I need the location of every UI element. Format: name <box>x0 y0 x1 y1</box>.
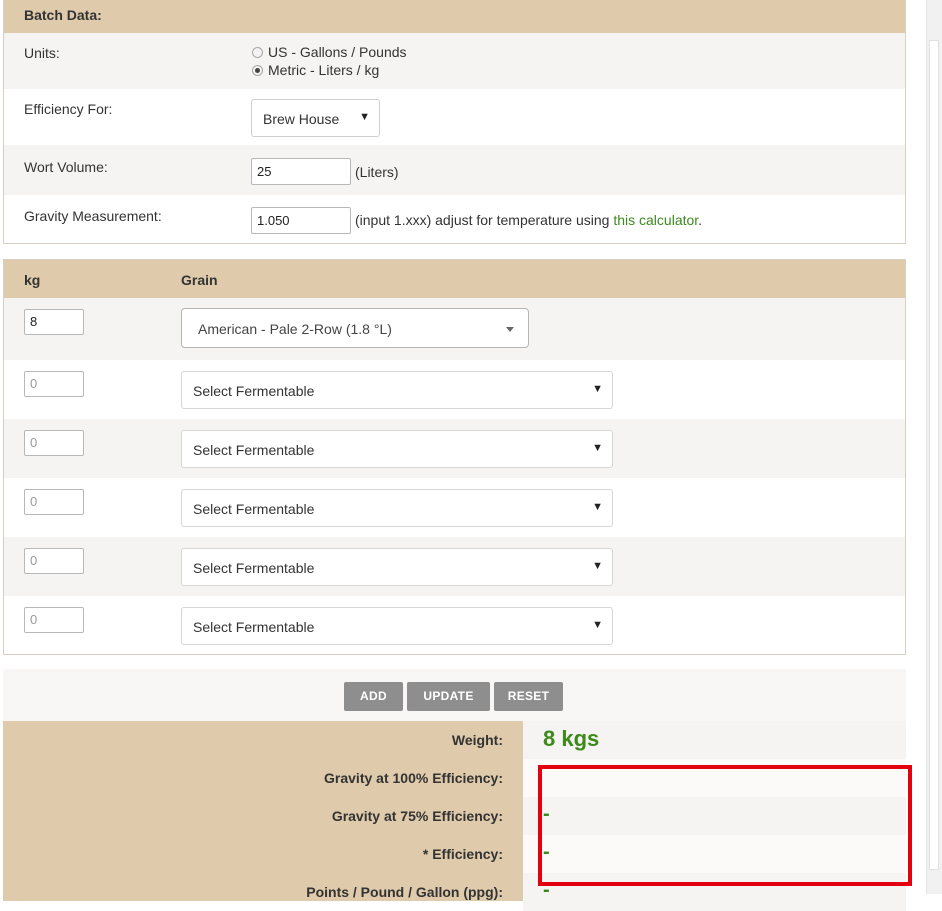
gravity-label: Gravity Measurement: <box>24 208 162 224</box>
fermentable-select-value: Select Fermentable <box>193 383 315 399</box>
update-button[interactable]: UPDATE <box>407 682 490 711</box>
ppg-value: - <box>543 879 550 901</box>
fermentable-select[interactable]: Select Fermentable ▼ <box>181 489 613 527</box>
scrollbar-thumb[interactable] <box>929 40 939 870</box>
result-row-ppg: Points / Pound / Gallon (ppg): - <box>3 873 906 911</box>
fermentable-select[interactable]: Select Fermentable ▼ <box>181 548 613 586</box>
gravity-75-label: Gravity at 75% Efficiency: <box>331 808 503 824</box>
efficiency-select[interactable]: Brew House ▼ <box>251 99 380 137</box>
weight-label: Weight: <box>451 732 503 748</box>
temperature-calculator-link[interactable]: this calculator <box>613 212 698 228</box>
grain-weight-input[interactable]: 0 <box>24 548 84 574</box>
efficiency-select-value: Brew House <box>263 111 340 127</box>
reset-button[interactable]: RESET <box>494 682 563 711</box>
units-option-metric[interactable]: Metric - Liters / kg <box>252 62 379 78</box>
chevron-down-icon: ▼ <box>592 383 603 395</box>
grain-row: 0 Select Fermentable ▼ <box>4 478 905 537</box>
gravity-row: Gravity Measurement: 1.050 (input 1.xxx)… <box>4 195 905 243</box>
radio-us[interactable] <box>252 46 263 58</box>
gravity-hint-end: . <box>698 212 703 228</box>
units-option-us-label: US - Gallons / Pounds <box>268 44 407 60</box>
grain-row: 8 American - Pale 2-Row (1.8 °L) <box>4 298 905 360</box>
gravity-hint: (input 1.xxx) adjust for temperature usi… <box>355 212 702 228</box>
gravity-100-label: Gravity at 100% Efficiency: <box>324 770 503 786</box>
grain-weight-input[interactable]: 0 <box>24 430 84 456</box>
efficiency-result-value: - <box>543 841 550 863</box>
units-option-metric-label: Metric - Liters / kg <box>268 62 380 78</box>
grain-select[interactable]: American - Pale 2-Row (1.8 °L) <box>181 308 529 348</box>
chevron-down-icon: ▼ <box>592 501 603 513</box>
wort-volume-label: Wort Volume: <box>24 159 108 175</box>
grain-weight-input[interactable]: 0 <box>24 607 84 633</box>
efficiency-row: Efficiency For: Brew House ▼ <box>4 89 905 145</box>
fermentable-select[interactable]: Select Fermentable ▼ <box>181 607 613 645</box>
result-value-cell <box>523 873 906 911</box>
grain-row: 0 Select Fermentable ▼ <box>4 419 905 478</box>
grain-table-header: kg Grain <box>4 260 905 298</box>
efficiency-label: Efficiency For: <box>24 101 113 117</box>
grain-weight-input[interactable]: 0 <box>24 489 84 515</box>
result-row-efficiency: * Efficiency: - <box>3 835 906 873</box>
caret-down-icon <box>506 327 514 332</box>
grain-row: 0 Select Fermentable ▼ <box>4 360 905 419</box>
column-header-kg: kg <box>24 272 41 288</box>
units-row: Units: US - Gallons / Pounds Metric - Li… <box>4 33 905 89</box>
grain-row: 0 Select Fermentable ▼ <box>4 537 905 596</box>
result-value-cell <box>523 797 906 835</box>
grain-weight-input[interactable]: 0 <box>24 371 84 397</box>
ppg-label: Points / Pound / Gallon (ppg): <box>306 884 503 900</box>
fermentable-select-value: Select Fermentable <box>193 560 315 576</box>
fermentable-select[interactable]: Select Fermentable ▼ <box>181 430 613 468</box>
result-row-gravity-100: Gravity at 100% Efficiency: <box>3 759 906 797</box>
chevron-down-icon: ▼ <box>592 560 603 572</box>
units-label: Units: <box>24 45 60 61</box>
grain-select-value: American - Pale 2-Row (1.8 °L) <box>198 321 392 337</box>
fermentable-select-value: Select Fermentable <box>193 442 315 458</box>
wort-volume-unit: (Liters) <box>355 164 399 180</box>
efficiency-result-label: * Efficiency: <box>422 846 503 862</box>
results-panel: Weight: 8 kgs Gravity at 100% Efficiency… <box>3 721 906 911</box>
wort-volume-row: Wort Volume: 25 (Liters) <box>4 145 905 195</box>
result-row-weight: Weight: 8 kgs <box>3 721 906 759</box>
grain-panel: kg Grain 8 American - Pale 2-Row (1.8 °L… <box>3 259 906 655</box>
weight-value: 8 kgs <box>543 726 600 751</box>
fermentable-select[interactable]: Select Fermentable ▼ <box>181 371 613 409</box>
gravity-hint-text: (input 1.xxx) adjust for temperature usi… <box>355 212 614 228</box>
chevron-down-icon: ▼ <box>592 442 603 454</box>
batch-data-panel: Batch Data: Units: US - Gallons / Pounds… <box>3 0 906 244</box>
wort-volume-input[interactable]: 25 <box>251 158 351 185</box>
result-row-gravity-75: Gravity at 75% Efficiency: - <box>3 797 906 835</box>
gravity-input[interactable]: 1.050 <box>251 207 351 234</box>
fermentable-select-value: Select Fermentable <box>193 501 315 517</box>
units-option-us[interactable]: US - Gallons / Pounds <box>252 44 407 60</box>
batch-data-title: Batch Data: <box>4 0 905 33</box>
chevron-down-icon: ▼ <box>359 111 370 123</box>
action-button-bar: ADD UPDATE RESET <box>3 669 906 721</box>
result-value-cell <box>523 835 906 873</box>
grain-row: 0 Select Fermentable ▼ <box>4 596 905 655</box>
grain-weight-input[interactable]: 8 <box>24 309 84 335</box>
radio-metric[interactable] <box>252 64 263 76</box>
result-value-cell <box>523 759 906 797</box>
chevron-down-icon: ▼ <box>592 619 603 631</box>
fermentable-select-value: Select Fermentable <box>193 619 315 635</box>
column-header-grain: Grain <box>181 272 218 288</box>
add-button[interactable]: ADD <box>344 682 403 711</box>
gravity-75-value: - <box>543 803 550 825</box>
